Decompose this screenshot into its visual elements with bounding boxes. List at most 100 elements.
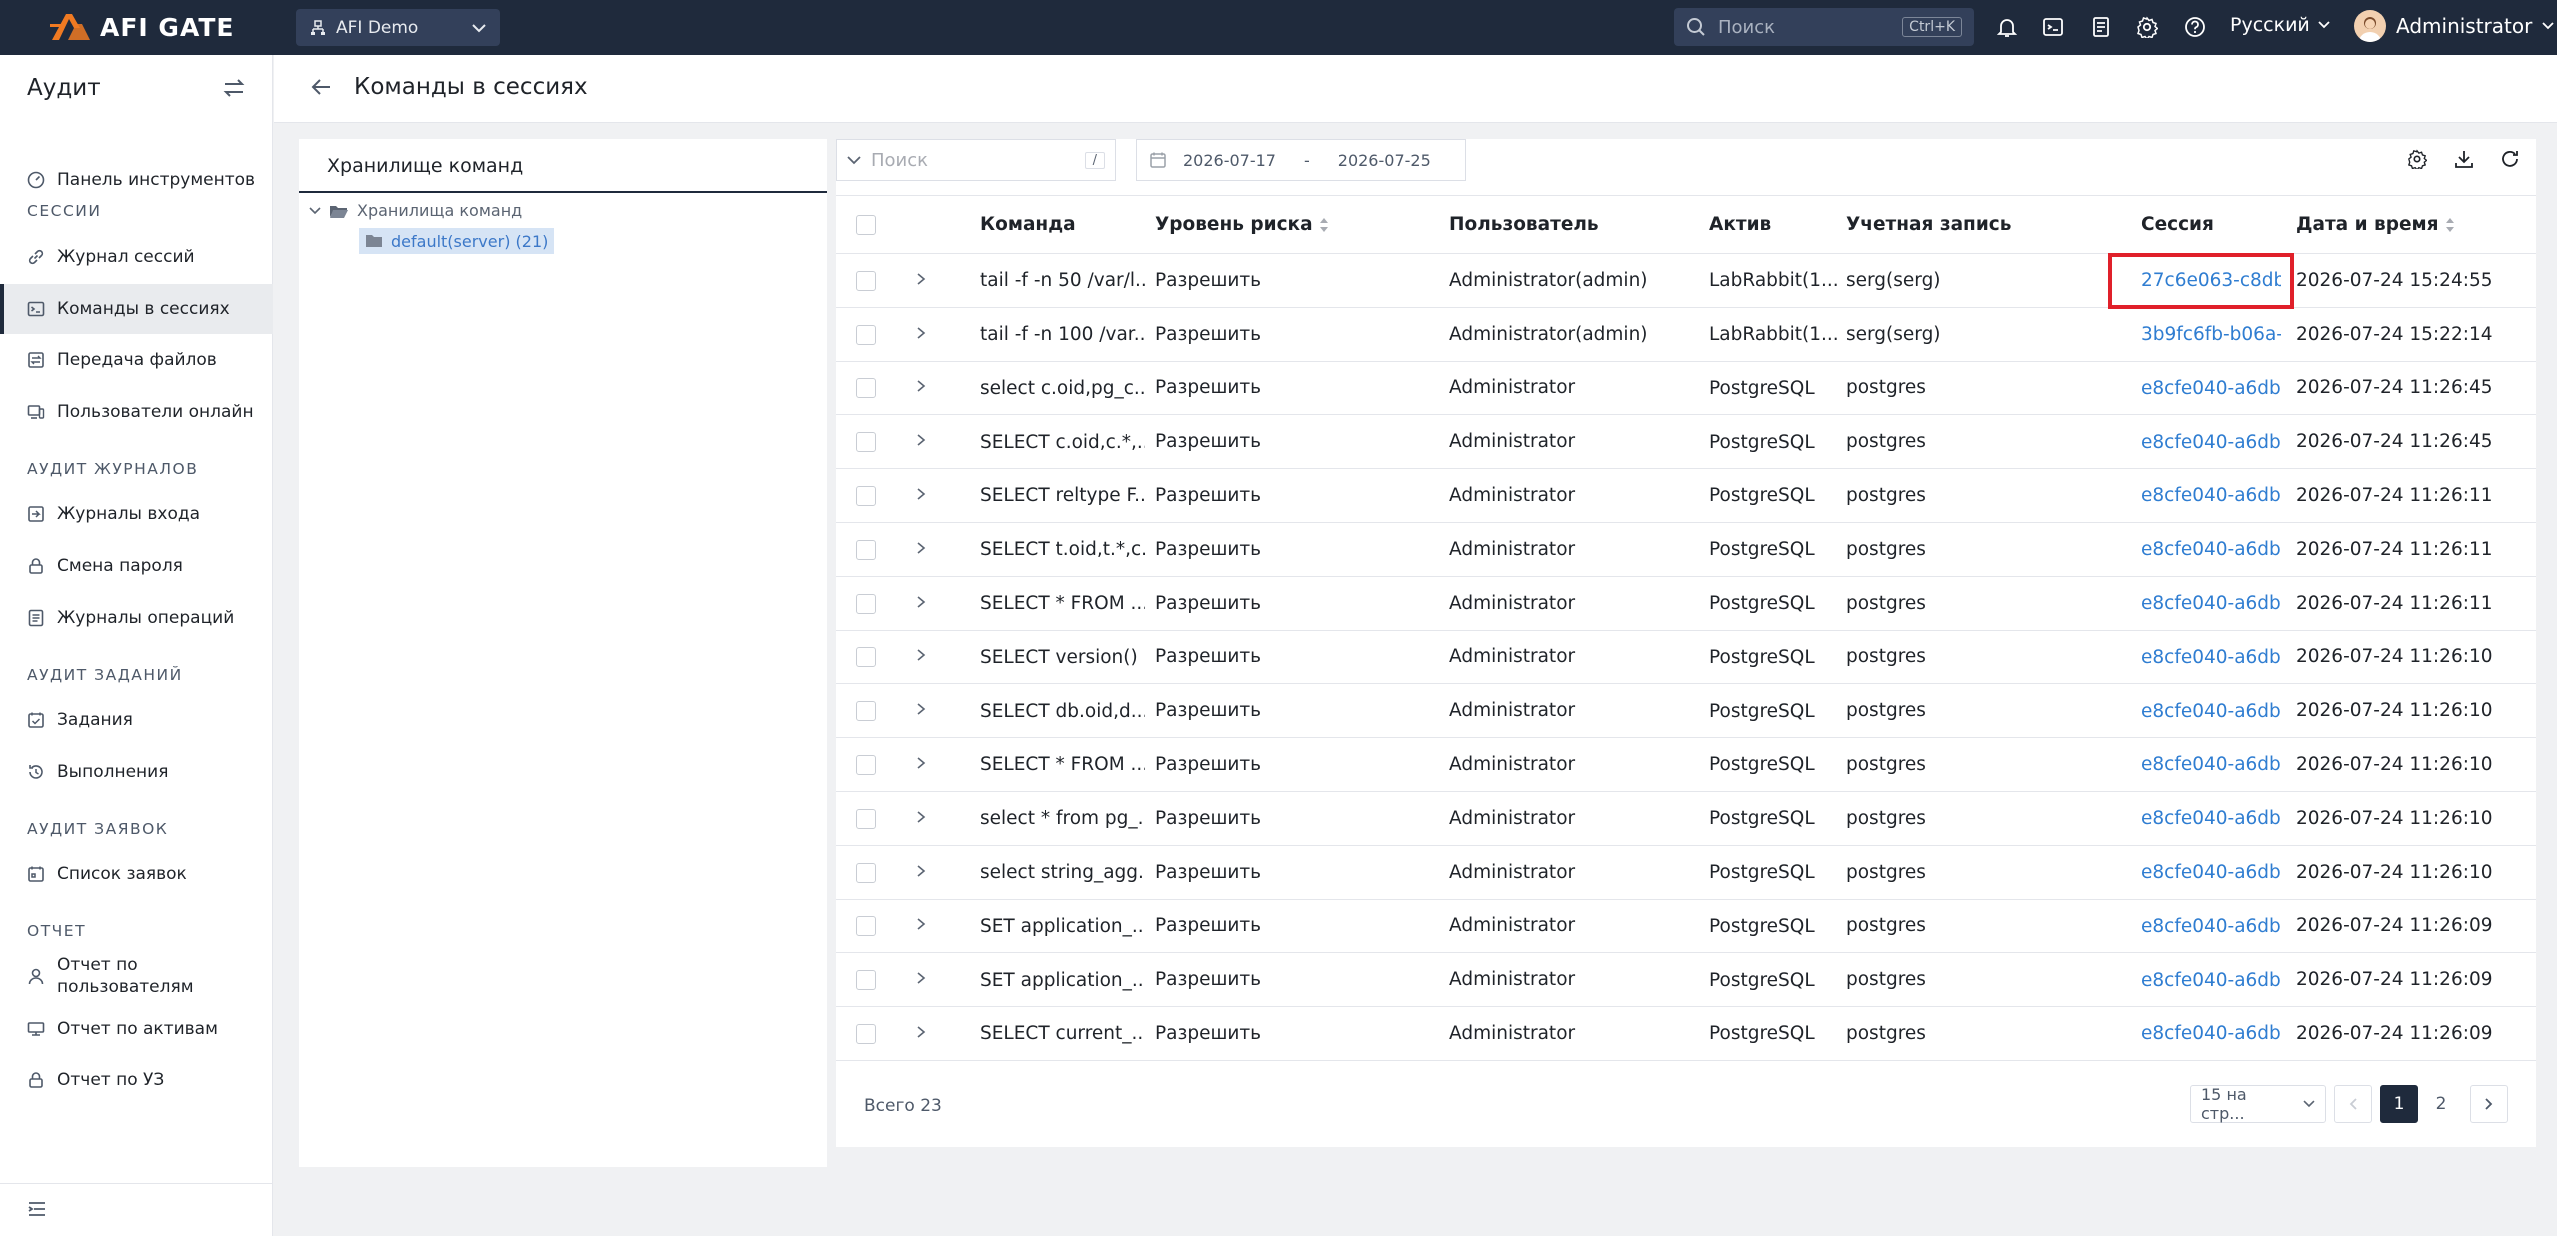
- row-checkbox[interactable]: [856, 378, 876, 399]
- select-all-checkbox[interactable]: [856, 215, 876, 235]
- row-checkbox[interactable]: [856, 539, 876, 560]
- collapse-menu-icon[interactable]: [27, 1200, 47, 1222]
- command-cell[interactable]: SELECT current_...: [980, 1023, 1145, 1044]
- date-range-picker[interactable]: 2026-07-17 - 2026-07-25: [1136, 139, 1466, 181]
- table-row[interactable]: SELECT c.oid,c.*,... Разрешить Administrat…: [836, 414, 2536, 470]
- sidebar-item-online-users[interactable]: Пользователи онлайн: [0, 387, 273, 437]
- back-arrow-icon[interactable]: [310, 77, 332, 101]
- expand-row-icon[interactable]: [916, 917, 926, 931]
- session-link[interactable]: e8cfe040-a6db-4: [2141, 808, 2281, 829]
- table-row[interactable]: select c.oid,pg_c... Разрешить Administrat…: [836, 361, 2536, 416]
- terminal-icon[interactable]: [2040, 14, 2066, 40]
- command-cell[interactable]: SELECT c.oid,c.*,...: [980, 432, 1145, 453]
- expand-row-icon[interactable]: [916, 648, 926, 662]
- date-from[interactable]: 2026-07-17: [1183, 151, 1276, 170]
- table-row[interactable]: SELECT t.oid,t.*,c... Разрешить Administra…: [836, 522, 2536, 577]
- command-cell[interactable]: select string_agg...: [980, 862, 1145, 883]
- column-header-risk[interactable]: Уровень риска: [1155, 195, 1449, 254]
- session-link[interactable]: e8cfe040-a6db-4: [2141, 1023, 2281, 1044]
- session-link[interactable]: e8cfe040-a6db-4: [2141, 970, 2281, 991]
- expand-row-icon[interactable]: [916, 487, 926, 501]
- expand-row-icon[interactable]: [916, 541, 926, 555]
- row-checkbox[interactable]: [856, 970, 876, 991]
- sidebar-item-session-commands[interactable]: Команды в сессиях: [0, 284, 273, 334]
- prev-page-button[interactable]: [2334, 1085, 2372, 1123]
- row-checkbox[interactable]: [856, 270, 876, 291]
- page-size-select[interactable]: 15 на стр...: [2190, 1085, 2326, 1123]
- table-row[interactable]: select * from pg_... Разрешить Administrat…: [836, 791, 2536, 846]
- workspace-selector[interactable]: AFI Demo: [296, 9, 500, 46]
- row-checkbox[interactable]: [856, 701, 876, 722]
- sidebar-item-jobs[interactable]: Задания: [0, 695, 273, 745]
- command-cell[interactable]: SELECT t.oid,t.*,c...: [980, 539, 1145, 560]
- table-row[interactable]: tail -f -n 100 /var... Разрешить Administr…: [836, 307, 2536, 362]
- row-checkbox[interactable]: [856, 486, 876, 507]
- sidebar-item-user-report[interactable]: Отчет по пользователям: [0, 951, 273, 1001]
- download-icon[interactable]: [2454, 149, 2474, 173]
- session-link[interactable]: e8cfe040-a6db-4: [2141, 432, 2281, 453]
- sort-icon[interactable]: [1319, 217, 1329, 233]
- command-cell[interactable]: tail -f -n 50 /var/l...: [980, 270, 1145, 291]
- expand-row-icon[interactable]: [916, 864, 926, 878]
- refresh-icon[interactable]: [2500, 149, 2520, 173]
- tree-root-node[interactable]: Хранилища команд: [309, 201, 522, 220]
- session-link[interactable]: e8cfe040-a6db-4: [2141, 378, 2281, 399]
- command-cell[interactable]: SELECT * FROM ...: [980, 593, 1145, 614]
- row-checkbox[interactable]: [856, 755, 876, 776]
- expand-row-icon[interactable]: [916, 326, 926, 340]
- settings-icon[interactable]: [2134, 14, 2160, 40]
- table-row[interactable]: SET application_... Разрешить Administrato…: [836, 899, 2536, 954]
- command-cell[interactable]: select * from pg_...: [980, 808, 1145, 829]
- session-link[interactable]: e8cfe040-a6db-4: [2141, 754, 2281, 775]
- row-checkbox[interactable]: [856, 647, 876, 668]
- page-button-2[interactable]: 2: [2422, 1085, 2460, 1123]
- column-header-datetime[interactable]: Дата и время: [2296, 195, 2536, 254]
- expand-row-icon[interactable]: [916, 810, 926, 824]
- row-checkbox[interactable]: [856, 593, 876, 614]
- sidebar-item-account-report[interactable]: Отчет по УЗ: [0, 1055, 273, 1105]
- next-page-button[interactable]: [2470, 1085, 2508, 1123]
- global-search-input[interactable]: Поиск Ctrl+K: [1674, 8, 1974, 46]
- expand-row-icon[interactable]: [916, 756, 926, 770]
- sidebar-item-asset-report[interactable]: Отчет по активам: [0, 1004, 273, 1054]
- row-checkbox[interactable]: [856, 1024, 876, 1045]
- session-link[interactable]: e8cfe040-a6db-4: [2141, 862, 2281, 883]
- expand-row-icon[interactable]: [916, 272, 926, 286]
- table-row[interactable]: SELECT current_... Разрешить Administrator…: [836, 1006, 2536, 1061]
- tree-leaf-default-server[interactable]: default(server) (21): [359, 228, 555, 254]
- sidebar-item-dashboard[interactable]: Панель инструментов: [0, 155, 273, 205]
- bell-icon[interactable]: [1994, 14, 2020, 40]
- table-row[interactable]: SELECT reltype F... Разрешить Administrato…: [836, 468, 2536, 523]
- command-cell[interactable]: tail -f -n 100 /var...: [980, 324, 1145, 345]
- command-cell[interactable]: SELECT reltype F...: [980, 485, 1145, 506]
- expand-row-icon[interactable]: [916, 433, 926, 447]
- sidebar-item-password-change[interactable]: Смена пароля: [0, 541, 273, 591]
- logo[interactable]: AFI GATE: [50, 10, 235, 44]
- session-link[interactable]: e8cfe040-a6db-4: [2141, 485, 2281, 506]
- session-link[interactable]: e8cfe040-a6db-4: [2141, 701, 2281, 722]
- table-row[interactable]: SELECT * FROM ... Разрешить Administrator P…: [836, 576, 2536, 631]
- expand-row-icon[interactable]: [916, 702, 926, 716]
- row-checkbox[interactable]: [856, 916, 876, 937]
- expand-row-icon[interactable]: [916, 1025, 926, 1039]
- expand-row-icon[interactable]: [916, 379, 926, 393]
- sidebar-item-operation-logs[interactable]: Журналы операций: [0, 593, 273, 643]
- table-row[interactable]: SELECT version() Разрешить Administrator Po…: [836, 630, 2536, 685]
- sidebar-item-session-log[interactable]: Журнал сессий: [0, 232, 273, 282]
- table-row[interactable]: select string_agg... Разрешить Administrat…: [836, 845, 2536, 900]
- sidebar-item-file-transfer[interactable]: Передача файлов: [0, 335, 273, 385]
- sort-icon[interactable]: [2445, 217, 2455, 233]
- command-cell[interactable]: select c.oid,pg_c...: [980, 378, 1145, 399]
- table-row[interactable]: SET application_... Разрешить Administrato…: [836, 952, 2536, 1008]
- table-row[interactable]: tail -f -n 50 /var/l... Разрешить Administ…: [836, 253, 2536, 308]
- expand-row-icon[interactable]: [916, 595, 926, 609]
- swap-icon[interactable]: [222, 77, 246, 103]
- command-cell[interactable]: SELECT * FROM ...: [980, 754, 1145, 775]
- command-cell[interactable]: SET application_...: [980, 970, 1145, 991]
- command-cell[interactable]: SET application_...: [980, 916, 1145, 937]
- session-link[interactable]: 27c6e063-c8db-: [2141, 270, 2281, 291]
- row-checkbox[interactable]: [856, 862, 876, 883]
- help-icon[interactable]: [2182, 14, 2208, 40]
- language-selector[interactable]: Русский: [2230, 14, 2330, 36]
- table-search-input[interactable]: Поиск /: [836, 139, 1116, 181]
